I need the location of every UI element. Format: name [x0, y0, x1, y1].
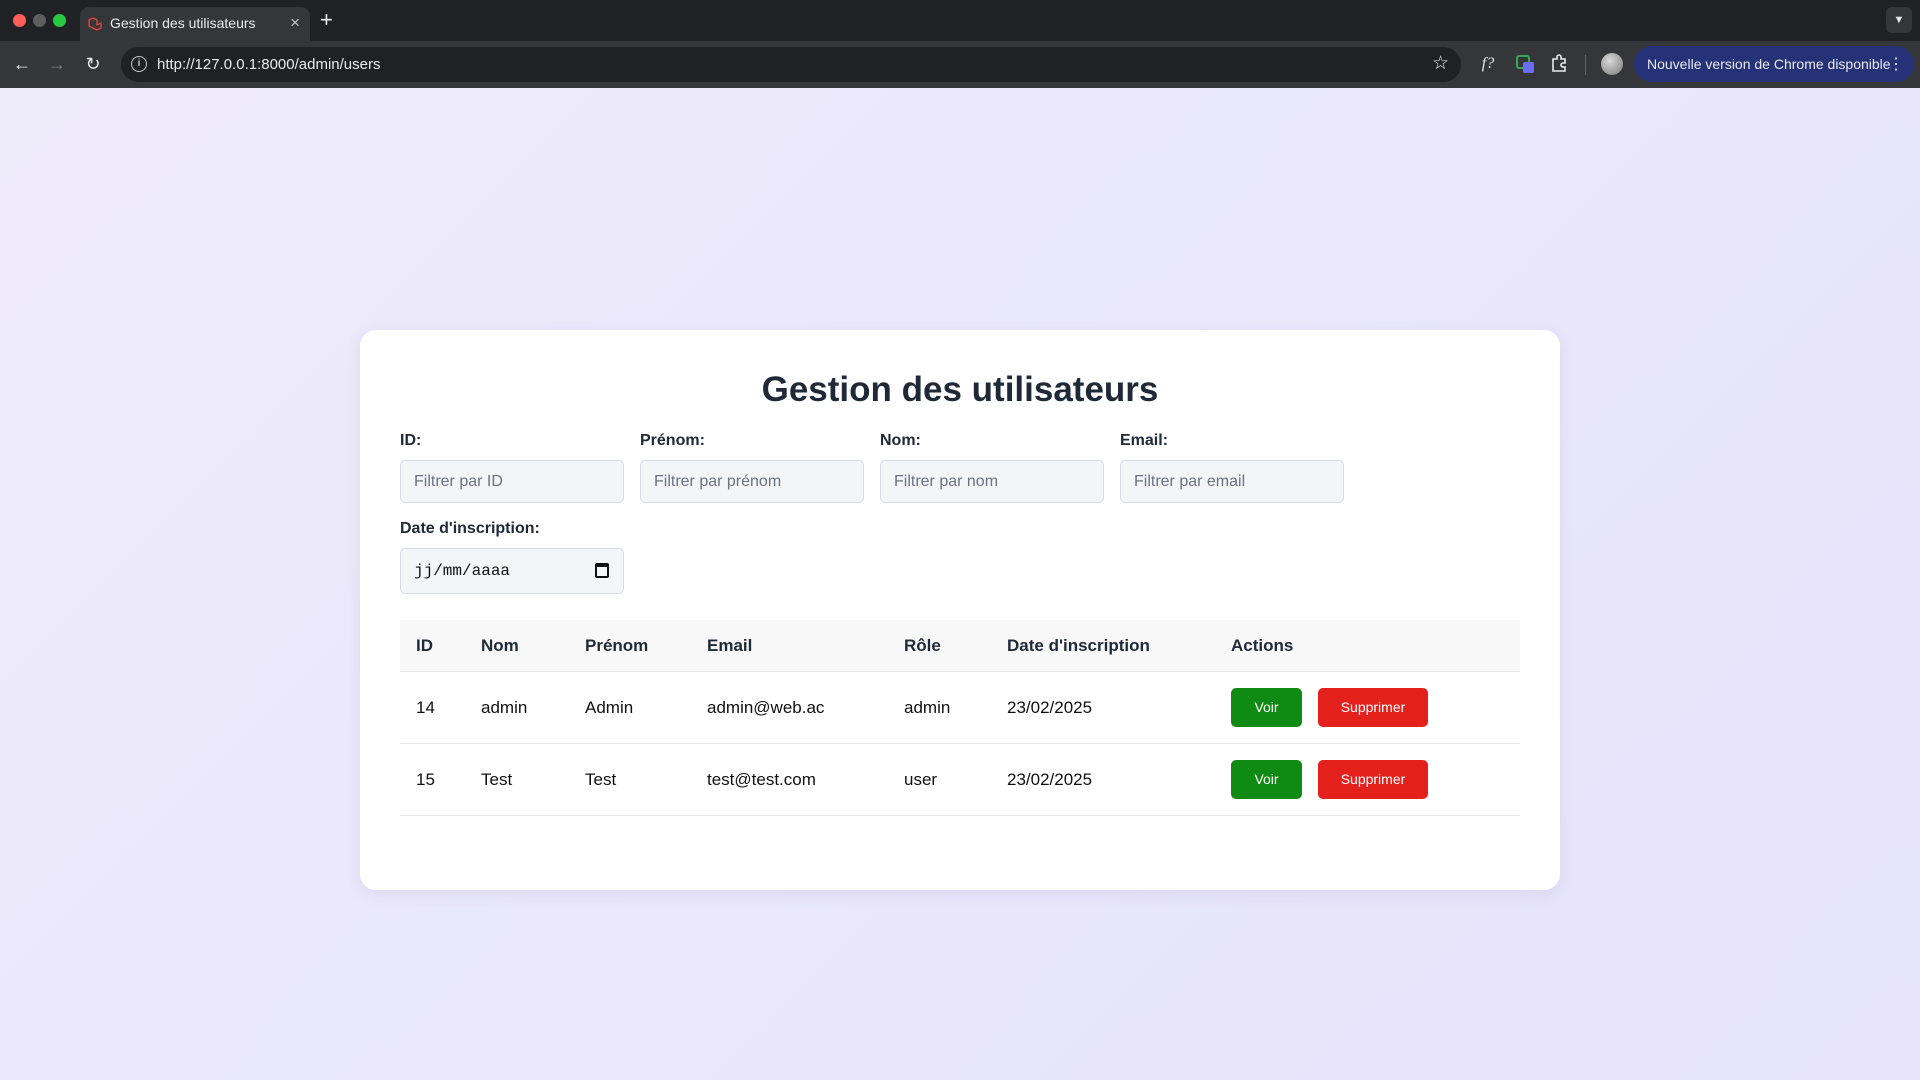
reload-icon[interactable]: ↻: [79, 50, 107, 78]
back-arrow-icon[interactable]: ←: [8, 50, 36, 78]
cell-role: user: [904, 770, 938, 789]
page-title: Gestion des utilisateurs: [761, 370, 1159, 409]
maximize-window-button[interactable]: [53, 14, 66, 27]
cell-email: test@test.com: [707, 770, 816, 789]
view-user-button[interactable]: Voir: [1231, 688, 1302, 727]
tab-search-chevron-icon[interactable]: ▼: [1886, 7, 1912, 33]
cell-nom: Test: [481, 770, 513, 789]
cell-nom: admin: [481, 698, 528, 717]
filter-date-input[interactable]: jj/mm/aaaa: [400, 548, 624, 594]
chrome-update-label: Nouvelle version de Chrome disponible: [1647, 56, 1891, 72]
cell-id: 15: [416, 770, 435, 789]
laravel-favicon-icon: [88, 17, 102, 31]
tab-close-icon[interactable]: ×: [290, 13, 300, 33]
cell-date: 23/02/2025: [1007, 698, 1093, 717]
profile-avatar[interactable]: [1601, 53, 1623, 75]
calendar-icon[interactable]: [595, 563, 609, 578]
filter-id-label: ID:: [400, 432, 422, 449]
browser-toolbar: ← → ↻ i http://127.0.0.1:8000/admin/user…: [0, 41, 1920, 88]
filter-email-input[interactable]: [1120, 460, 1344, 503]
bookmark-star-icon[interactable]: ☆: [1432, 52, 1449, 75]
column-header-prenom: Prénom: [585, 636, 649, 655]
filter-email-label: Email:: [1120, 432, 1169, 449]
date-input-value: jj/mm/aaaa: [414, 562, 511, 580]
formula-extension-icon[interactable]: f?: [1477, 53, 1499, 75]
filter-nom-input[interactable]: [880, 460, 1104, 503]
table-row: 15 Test Test test@test.com user 23/02/20…: [400, 744, 1520, 816]
users-card: Gestion des utilisateurs ID: Prénom: Nom…: [360, 330, 1560, 890]
delete-user-button[interactable]: Supprimer: [1318, 760, 1428, 799]
more-menu-icon[interactable]: ⋮: [1888, 54, 1904, 74]
filter-nom-label: Nom:: [880, 432, 921, 449]
extension-square-icon[interactable]: [1514, 53, 1536, 75]
address-bar-url[interactable]: http://127.0.0.1:8000/admin/users: [157, 56, 380, 73]
cell-prenom: Test: [585, 770, 617, 789]
table-row: 14 admin Admin admin@web.ac admin 23/02/…: [400, 672, 1520, 744]
page-background: Gestion des utilisateurs ID: Prénom: Nom…: [0, 88, 1920, 1080]
column-header-role: Rôle: [904, 636, 941, 655]
column-header-date: Date d'inscription: [1007, 636, 1150, 655]
filter-prenom-label: Prénom:: [640, 432, 705, 449]
site-info-icon[interactable]: i: [131, 56, 147, 72]
cell-email: admin@web.ac: [707, 698, 825, 717]
address-bar[interactable]: i http://127.0.0.1:8000/admin/users ☆: [121, 47, 1461, 82]
close-window-button[interactable]: [13, 14, 26, 27]
new-tab-button[interactable]: +: [320, 7, 333, 33]
column-header-email: Email: [707, 636, 753, 655]
column-header-id: ID: [416, 636, 433, 655]
filter-prenom-input[interactable]: [640, 460, 864, 503]
cell-date: 23/02/2025: [1007, 770, 1093, 789]
cell-role: admin: [904, 698, 951, 717]
filter-date-label: Date d'inscription:: [400, 520, 540, 537]
tab-title: Gestion des utilisateurs: [110, 15, 256, 31]
forward-arrow-icon[interactable]: →: [43, 50, 71, 78]
column-header-actions: Actions: [1231, 636, 1294, 655]
delete-user-button[interactable]: Supprimer: [1318, 688, 1428, 727]
toolbar-divider: [1585, 55, 1586, 75]
column-header-nom: Nom: [481, 636, 519, 655]
table-header-row: ID Nom Prénom Email Rôle Date d'inscript…: [400, 620, 1520, 672]
cell-prenom: Admin: [585, 698, 634, 717]
view-user-button[interactable]: Voir: [1231, 760, 1302, 799]
browser-tab[interactable]: Gestion des utilisateurs ×: [80, 7, 310, 41]
puzzle-extensions-icon[interactable]: [1548, 53, 1570, 75]
minimize-window-button[interactable]: [33, 14, 46, 27]
users-table: ID Nom Prénom Email Rôle Date d'inscript…: [400, 620, 1520, 816]
browser-tab-strip: Gestion des utilisateurs × + ▼: [0, 0, 1920, 41]
filter-id-input[interactable]: [400, 460, 624, 503]
cell-id: 14: [416, 698, 435, 717]
chrome-update-button[interactable]: Nouvelle version de Chrome disponible ⋮: [1634, 46, 1914, 82]
